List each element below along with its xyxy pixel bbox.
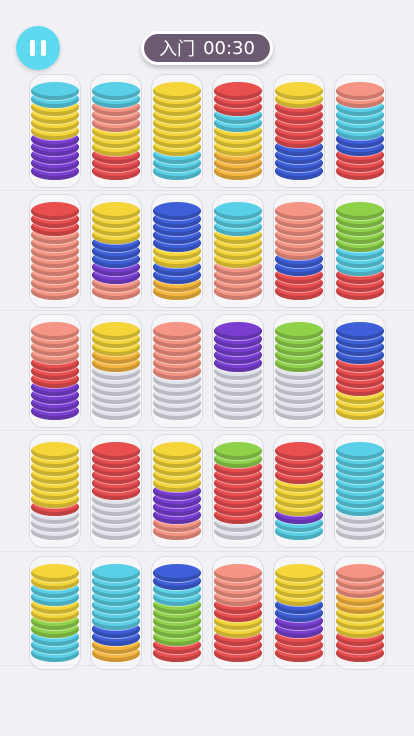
color-disc xyxy=(92,202,140,220)
color-disc xyxy=(275,82,323,100)
color-disc xyxy=(153,564,201,582)
tube[interactable] xyxy=(273,74,325,188)
tube[interactable] xyxy=(212,194,264,308)
color-disc xyxy=(214,202,262,220)
tube[interactable] xyxy=(90,434,142,548)
tube[interactable] xyxy=(212,556,264,670)
shelf-divider xyxy=(0,430,414,431)
tube[interactable] xyxy=(334,314,386,428)
color-disc xyxy=(92,564,140,582)
color-disc xyxy=(31,322,79,340)
shelf-divider xyxy=(0,310,414,311)
tube[interactable] xyxy=(151,74,203,188)
tube[interactable] xyxy=(334,434,386,548)
tube[interactable] xyxy=(273,194,325,308)
color-disc xyxy=(31,564,79,582)
tube[interactable] xyxy=(212,314,264,428)
tube[interactable] xyxy=(273,556,325,670)
tube[interactable] xyxy=(151,314,203,428)
tube[interactable] xyxy=(90,74,142,188)
tube[interactable] xyxy=(90,314,142,428)
color-disc xyxy=(214,322,262,340)
color-disc xyxy=(153,202,201,220)
color-disc xyxy=(275,564,323,582)
tube[interactable] xyxy=(90,194,142,308)
color-disc xyxy=(214,82,262,100)
color-disc xyxy=(275,442,323,460)
tube[interactable] xyxy=(90,556,142,670)
tube[interactable] xyxy=(29,194,81,308)
color-disc xyxy=(275,322,323,340)
tube[interactable] xyxy=(151,434,203,548)
tube-board xyxy=(0,0,414,736)
color-disc xyxy=(31,202,79,220)
tube[interactable] xyxy=(29,556,81,670)
tube[interactable] xyxy=(212,434,264,548)
color-disc xyxy=(153,82,201,100)
tube[interactable] xyxy=(212,74,264,188)
color-disc xyxy=(275,202,323,220)
color-disc xyxy=(31,82,79,100)
tube[interactable] xyxy=(29,314,81,428)
tube[interactable] xyxy=(29,74,81,188)
tube[interactable] xyxy=(29,434,81,548)
color-disc xyxy=(31,442,79,460)
color-disc xyxy=(92,442,140,460)
tube[interactable] xyxy=(334,74,386,188)
shelf-divider xyxy=(0,190,414,191)
color-disc xyxy=(214,442,262,460)
color-disc xyxy=(153,322,201,340)
tube[interactable] xyxy=(334,194,386,308)
color-disc xyxy=(336,442,384,460)
color-disc xyxy=(336,82,384,100)
color-disc xyxy=(336,322,384,340)
tube[interactable] xyxy=(151,194,203,308)
shelf-divider xyxy=(0,551,414,552)
tube[interactable] xyxy=(151,556,203,670)
tube[interactable] xyxy=(334,556,386,670)
color-disc xyxy=(92,322,140,340)
color-disc xyxy=(92,82,140,100)
color-disc xyxy=(336,202,384,220)
color-disc xyxy=(214,564,262,582)
color-disc xyxy=(336,564,384,582)
tube[interactable] xyxy=(273,314,325,428)
tube[interactable] xyxy=(273,434,325,548)
color-disc xyxy=(153,442,201,460)
